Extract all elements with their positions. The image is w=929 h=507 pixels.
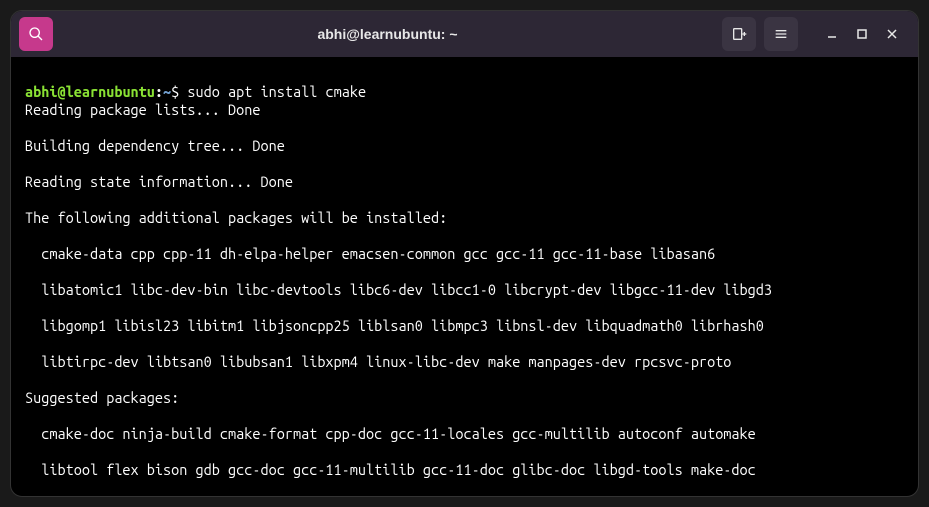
- new-tab-button[interactable]: [722, 17, 756, 51]
- output-line: libtirpc-dev libtsan0 libubsan1 libxpm4 …: [25, 353, 904, 371]
- output-line: Suggested packages:: [25, 389, 904, 407]
- output-line: libatomic1 libc-dev-bin libc-devtools li…: [25, 281, 904, 299]
- prompt-user-host: abhi@learnubuntu: [25, 83, 155, 100]
- output-line: Reading state information... Done: [25, 173, 904, 191]
- title-bar: abhi@learnubuntu: ~: [11, 11, 918, 57]
- command-text: sudo apt install cmake: [187, 83, 366, 100]
- output-line: The following additional packages will b…: [25, 209, 904, 227]
- maximize-icon: [856, 28, 868, 40]
- output-line: Building dependency tree... Done: [25, 137, 904, 155]
- minimize-button[interactable]: [824, 26, 840, 42]
- close-icon: [886, 28, 898, 40]
- maximize-button[interactable]: [854, 26, 870, 42]
- prompt-dollar: $: [171, 83, 179, 100]
- window-controls: [824, 26, 900, 42]
- minimize-icon: [826, 28, 838, 40]
- output-line: libgomp1 libisl23 libitm1 libjsoncpp25 l…: [25, 317, 904, 335]
- prompt-colon: :: [155, 83, 163, 100]
- new-tab-icon: [731, 26, 747, 42]
- terminal-content[interactable]: abhi@learnubuntu:~$ sudo apt install cma…: [11, 57, 918, 497]
- output-line: libtool flex bison gdb gcc-doc gcc-11-mu…: [25, 461, 904, 479]
- window-title: abhi@learnubuntu: ~: [61, 26, 714, 42]
- terminal-window: abhi@learnubuntu: ~ abhi@learnubuntu:~$ …: [10, 10, 919, 497]
- prompt-path: ~: [163, 83, 171, 100]
- menu-button[interactable]: [764, 17, 798, 51]
- close-button[interactable]: [884, 26, 900, 42]
- output-line: cmake-data cpp cpp-11 dh-elpa-helper ema…: [25, 245, 904, 263]
- search-button[interactable]: [19, 17, 53, 51]
- output-line: cmake-doc ninja-build cmake-format cpp-d…: [25, 425, 904, 443]
- output-line: Reading package lists... Done: [25, 101, 904, 119]
- search-icon: [28, 26, 44, 42]
- hamburger-icon: [773, 26, 789, 42]
